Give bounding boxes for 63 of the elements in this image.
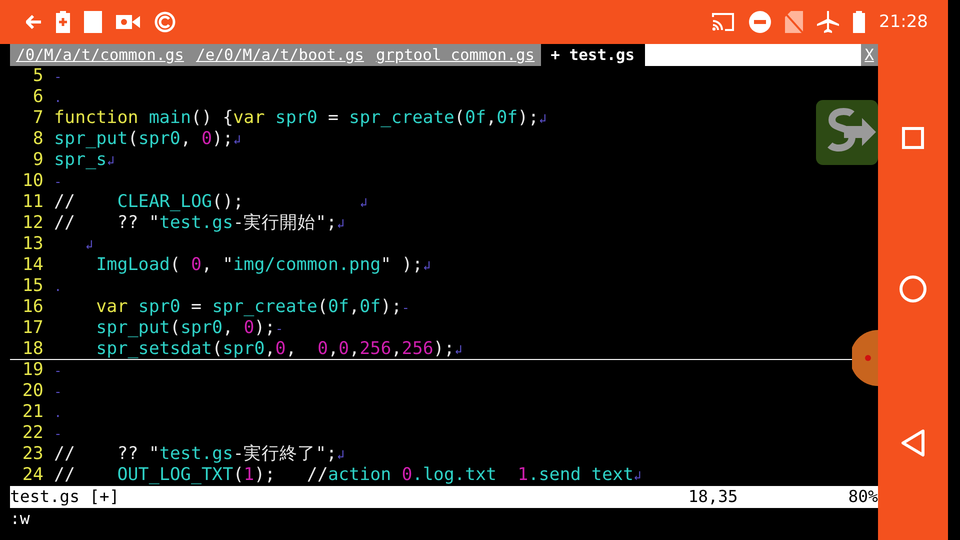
code-text: - bbox=[54, 69, 63, 87]
code-text: // CLEAR_LOG(); ↲ bbox=[54, 192, 368, 213]
file-tab[interactable]: grptool common.gs bbox=[370, 44, 541, 66]
close-tab-button[interactable]: X bbox=[860, 44, 878, 66]
line-number: 19 bbox=[21, 360, 44, 381]
code-text: // ?? "test.gs-実行終了";↲ bbox=[54, 444, 346, 465]
code-text: spr_s↲ bbox=[54, 150, 116, 171]
home-button[interactable] bbox=[899, 275, 927, 303]
line-number: 8 bbox=[32, 129, 44, 150]
line-number: 16 bbox=[21, 297, 44, 318]
circle-c-icon bbox=[154, 11, 176, 33]
code-text: - bbox=[54, 174, 63, 192]
file-tab[interactable]: /0/M/a/t/common.gs bbox=[10, 44, 190, 66]
code-text: . bbox=[54, 90, 63, 108]
square-icon bbox=[84, 11, 102, 33]
code-text: . bbox=[54, 405, 63, 423]
code-text: function main() {var spr0 = spr_create(0f,0f);↲ bbox=[54, 108, 548, 129]
code-text: - bbox=[54, 363, 63, 381]
video-camera-icon bbox=[116, 13, 140, 31]
code-text: var spr0 = spr_create(0f,0f);- bbox=[95, 297, 411, 318]
code-text: ↲ bbox=[84, 237, 94, 255]
no-sim-icon bbox=[785, 11, 803, 33]
line-number: 23 bbox=[21, 444, 44, 465]
file-tab[interactable]: /e/0/M/a/t/boot.gs bbox=[190, 44, 370, 66]
line-number: 21 bbox=[21, 402, 44, 423]
file-tab[interactable]: + test.gs bbox=[540, 44, 645, 66]
line-number: 14 bbox=[21, 255, 44, 276]
floating-handle-icon[interactable] bbox=[852, 330, 878, 386]
code-text: // ?? "test.gs-実行開始";↲ bbox=[54, 213, 346, 234]
code-text: - bbox=[54, 426, 63, 444]
code-text: ImgLoad( 0, "img/common.png" );↲ bbox=[95, 255, 432, 276]
line-number: 24 bbox=[21, 465, 44, 486]
cursor-position: 18,35 bbox=[688, 486, 739, 508]
code-text: . bbox=[54, 279, 63, 297]
line-number: 13 bbox=[21, 234, 44, 255]
line-number: 5 bbox=[32, 66, 44, 87]
code-text: // OUT_LOG_TXT(1); //action 0.log.txt 1.send text↲ bbox=[54, 465, 642, 486]
command-line[interactable]: :w bbox=[10, 508, 878, 530]
line-number: 12 bbox=[21, 213, 44, 234]
line-number: 7 bbox=[32, 108, 44, 129]
line-number: 6 bbox=[32, 87, 44, 108]
back-arrow-icon bbox=[26, 15, 42, 29]
battery-plus-icon bbox=[56, 11, 70, 33]
line-number: 11 bbox=[21, 192, 44, 213]
line-number: 10 bbox=[21, 171, 44, 192]
line-number: 20 bbox=[21, 381, 44, 402]
line-number: 9 bbox=[32, 150, 44, 171]
back-button[interactable] bbox=[901, 429, 925, 457]
scroll-percent: 80% bbox=[848, 486, 878, 508]
code-text: spr_put(spr0, 0);↲ bbox=[54, 129, 242, 150]
do-not-disturb-icon bbox=[749, 11, 771, 33]
clock-time: 21:28 bbox=[879, 12, 928, 32]
battery-icon bbox=[853, 11, 865, 33]
code-text: - bbox=[54, 384, 63, 402]
line-number: 15 bbox=[21, 276, 44, 297]
line-number: 17 bbox=[21, 318, 44, 339]
code-text: spr_put(spr0, 0);- bbox=[95, 318, 284, 339]
cast-icon bbox=[711, 12, 735, 32]
recent-apps-button[interactable] bbox=[902, 127, 924, 149]
line-number: 22 bbox=[21, 423, 44, 444]
file-name: test.gs [+] bbox=[10, 486, 120, 508]
airplane-icon bbox=[817, 11, 839, 33]
line-number: 18 bbox=[10, 339, 54, 360]
